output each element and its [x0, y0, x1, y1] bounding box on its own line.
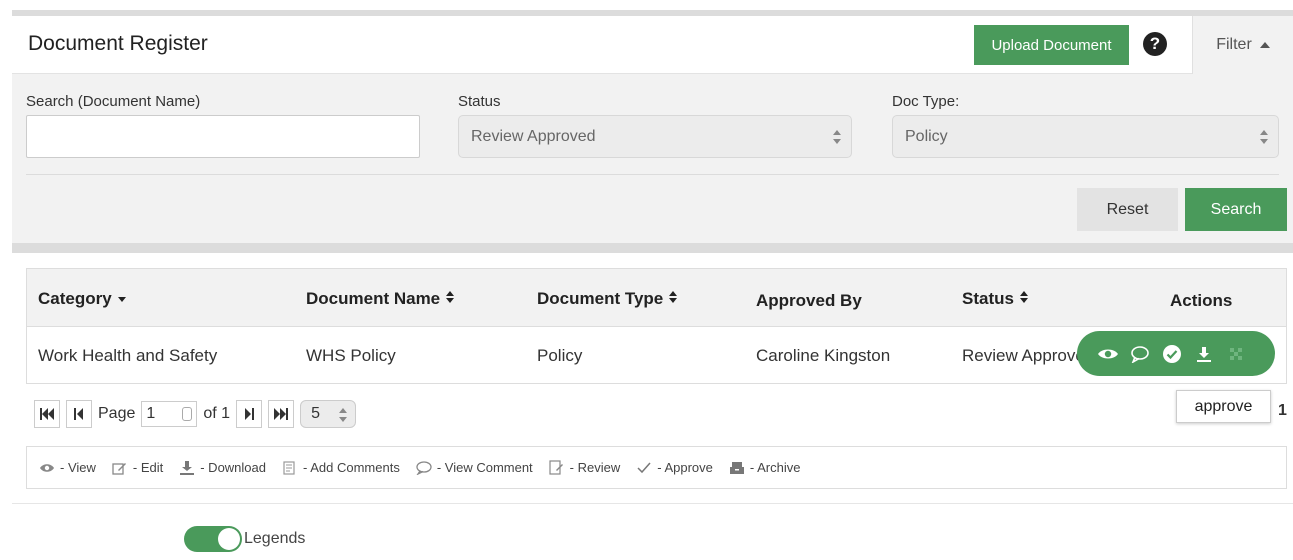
header-approved-by: Approved By: [756, 291, 862, 310]
search-button[interactable]: Search: [1185, 188, 1287, 231]
status-select[interactable]: Review Approved: [458, 115, 852, 158]
header-category[interactable]: Category: [38, 289, 128, 309]
edit-icon: [112, 461, 128, 475]
next-page-button[interactable]: [236, 400, 263, 428]
page-size-value: 5: [311, 405, 320, 422]
row-actions-pill: [1077, 331, 1275, 376]
approve-tooltip: approve: [1176, 390, 1271, 423]
add-comment-icon: [282, 460, 298, 475]
select-arrows-icon: [339, 407, 348, 423]
archive-icon: [729, 461, 745, 475]
cell-document-name: WHS Policy: [306, 346, 396, 365]
eye-icon: [39, 461, 55, 475]
select-arrows-icon: [833, 129, 841, 145]
legend-view-label: - View: [60, 460, 96, 475]
table-header: Category Document Name Document Type App…: [27, 269, 1286, 327]
legend-archive: - Archive: [729, 460, 801, 475]
search-label: Search (Document Name): [26, 93, 201, 110]
legend-view: - View: [39, 460, 96, 475]
top-band: [0, 0, 1293, 10]
header-category-label: Category: [38, 289, 112, 308]
legend-view-comment-label: - View Comment: [436, 460, 533, 475]
doctype-label: Doc Type:: [892, 93, 960, 110]
legend-approve-label: - Approve: [657, 460, 713, 475]
prev-page-button[interactable]: [66, 400, 92, 428]
caret-up-icon: [1259, 42, 1270, 48]
legend-download: - Download: [179, 460, 266, 475]
page-number-input[interactable]: 1: [141, 401, 198, 427]
legend-review-label: - Review: [569, 460, 621, 475]
legend-view-comment: - View Comment: [416, 460, 533, 475]
page-title: Document Register: [28, 32, 208, 55]
page-number-value: 1: [146, 405, 156, 422]
cell-approved-by: Caroline Kingston: [756, 346, 891, 365]
legend-approve: - Approve: [636, 460, 713, 475]
row-count-fragment: 1: [1278, 402, 1287, 419]
cell-category: Work Health and Safety: [38, 346, 218, 365]
page-size-select[interactable]: 5: [300, 400, 357, 428]
legend-edit-label: - Edit: [132, 460, 164, 475]
doctype-select[interactable]: Policy: [892, 115, 1279, 158]
cell-document-type: Policy: [537, 346, 583, 365]
legend-add-comments: - Add Comments: [282, 460, 400, 475]
legends-toggle-label: Legends: [244, 530, 306, 547]
upload-document-button[interactable]: Upload Document: [974, 25, 1129, 65]
select-arrows-icon: [1260, 129, 1268, 145]
legend-download-label: - Download: [200, 460, 266, 475]
pagination: Page 1 of 1 5: [34, 399, 357, 429]
filter-divider: [26, 174, 1279, 175]
legends-toggle[interactable]: [184, 526, 242, 552]
legend-add-comments-label: - Add Comments: [303, 460, 400, 475]
last-page-button[interactable]: [268, 400, 295, 428]
first-page-button[interactable]: [34, 400, 60, 428]
review-icon: [549, 460, 565, 475]
search-input[interactable]: [26, 115, 420, 158]
download-icon: [179, 460, 195, 475]
filter-label: Filter: [1216, 36, 1252, 53]
legend-edit: - Edit: [112, 460, 163, 475]
page-label: Page: [98, 405, 136, 422]
actions-legend: - View - Edit - Download - Add Comments …: [26, 446, 1287, 489]
page-header: Document Register Upload Document ? Filt…: [12, 16, 1293, 74]
approve-check-icon[interactable]: [1161, 343, 1183, 365]
status-label: Status: [458, 93, 501, 110]
header-document-type[interactable]: Document Type: [537, 289, 678, 309]
sort-icon: [669, 291, 677, 303]
header-status[interactable]: Status: [962, 289, 1029, 309]
help-icon[interactable]: ?: [1143, 32, 1167, 56]
stepper-icon[interactable]: [182, 407, 193, 421]
of-pages-label: of 1: [203, 405, 231, 422]
header-document-type-label: Document Type: [537, 289, 664, 308]
sort-icon: [1019, 291, 1028, 303]
sort-icon: [445, 291, 454, 303]
filter-panel: Document Register Upload Document ? Filt…: [12, 10, 1293, 243]
header-document-name[interactable]: Document Name: [306, 289, 455, 309]
sort-down-icon: [118, 297, 127, 302]
eye-icon[interactable]: [1097, 343, 1119, 365]
comment-icon[interactable]: [1129, 343, 1151, 365]
status-select-value: Review Approved: [471, 127, 596, 145]
legend-archive-label: - Archive: [749, 460, 801, 475]
toggle-knob: [218, 528, 240, 550]
download-icon[interactable]: [1193, 343, 1215, 365]
check-icon: [636, 461, 652, 475]
bottom-divider: [12, 503, 1293, 504]
comment-icon: [416, 460, 432, 475]
cell-status: Review Approved: [962, 346, 1092, 365]
header-actions: Actions: [1170, 291, 1233, 310]
reset-button[interactable]: Reset: [1077, 188, 1178, 231]
legend-review: - Review: [549, 460, 621, 475]
doctype-select-value: Policy: [905, 127, 948, 145]
archive-icon[interactable]: [1225, 343, 1247, 365]
filter-toggle-button[interactable]: Filter: [1192, 16, 1293, 74]
header-status-label: Status: [962, 289, 1014, 308]
header-document-name-label: Document Name: [306, 289, 441, 308]
section-divider: [12, 243, 1293, 253]
